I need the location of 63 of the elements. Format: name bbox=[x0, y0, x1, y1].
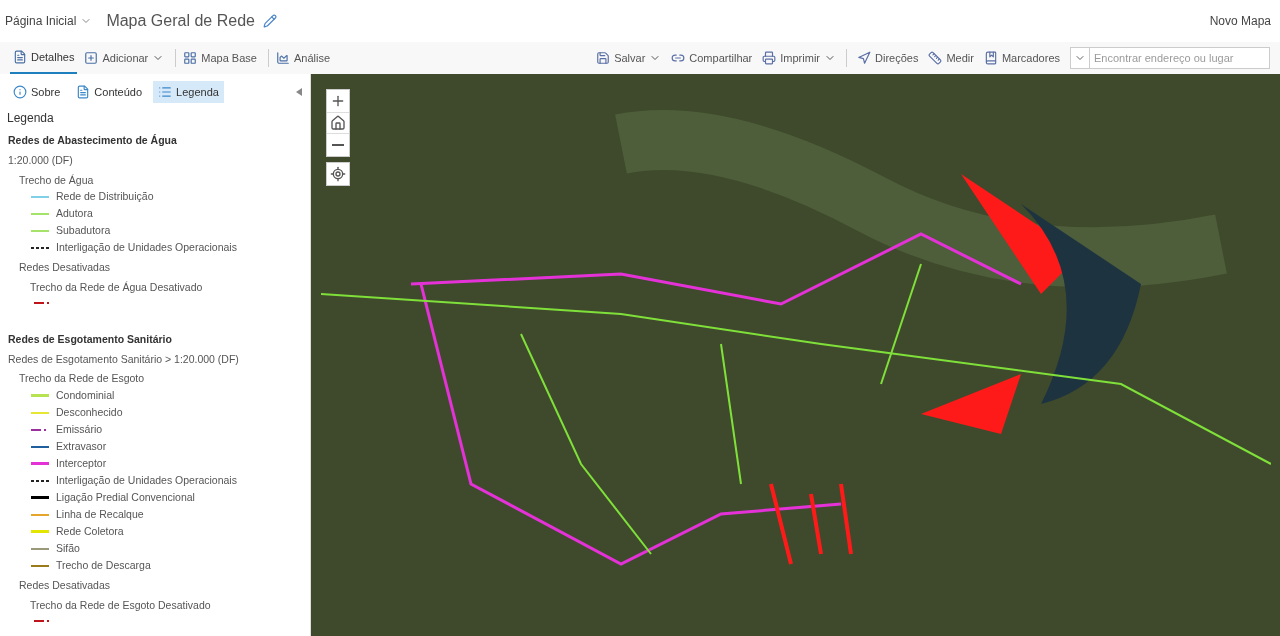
add-icon bbox=[84, 51, 99, 65]
locate-icon bbox=[330, 166, 346, 182]
direction-icon bbox=[857, 51, 871, 65]
toolbar-button[interactable]: Medir bbox=[928, 49, 974, 67]
group-label: Trecho de Água bbox=[19, 172, 95, 188]
map-title: Mapa Geral de Rede bbox=[106, 11, 255, 31]
plus-icon bbox=[330, 93, 346, 109]
toolbar-button[interactable]: Imprimir bbox=[762, 49, 836, 67]
legend-item-label: Rede Coletora bbox=[56, 523, 124, 539]
group-label: Redes Desativadas bbox=[19, 578, 112, 593]
sublayer-label: Trecho da Rede de Água Desativado bbox=[30, 280, 204, 295]
legend-item-label: Rede de Distribuição bbox=[56, 188, 154, 204]
link-icon bbox=[671, 51, 686, 65]
minus-icon bbox=[332, 144, 344, 146]
home-button[interactable] bbox=[327, 112, 349, 134]
toolbar-tab[interactable]: Mapa Base bbox=[180, 42, 260, 74]
legend-item-label: Trecho de Descarga bbox=[56, 557, 151, 573]
toolbar-button[interactable]: Compartilhar bbox=[671, 49, 753, 67]
legend-item-label: Desconhecido bbox=[56, 404, 123, 420]
document-icon bbox=[13, 50, 27, 64]
grid-icon bbox=[183, 51, 198, 65]
legend-item-label: Linha de Recalque bbox=[56, 506, 144, 522]
toolbar-button[interactable]: Direções bbox=[857, 49, 919, 67]
layer-scale: 1:20.000 (DF) bbox=[8, 152, 74, 168]
home-menu[interactable]: Página Inicial bbox=[5, 12, 93, 30]
toolbar-tab[interactable]: Adicionar bbox=[81, 42, 168, 74]
print-icon bbox=[762, 51, 777, 65]
legend-item-label: Interligação de Unidades Operacionais bbox=[56, 472, 237, 488]
legend-item-label: Sifão bbox=[56, 540, 80, 556]
legend-item-label: Emissário bbox=[56, 421, 103, 437]
info-icon bbox=[13, 85, 27, 99]
new-map-button[interactable]: Novo Mapa bbox=[1209, 12, 1275, 30]
list-icon bbox=[158, 85, 173, 99]
bookmark-icon bbox=[983, 51, 998, 65]
ruler-icon bbox=[928, 51, 943, 65]
legend-item-label: Subadutora bbox=[56, 222, 111, 238]
collapse-icon[interactable] bbox=[296, 88, 302, 96]
toolbar-button[interactable]: Salvar bbox=[596, 49, 662, 67]
legend-item-label: Interligação de Unidades Operacionais bbox=[56, 239, 237, 255]
search-field[interactable]: Encontrar endereço ou lugar bbox=[1090, 47, 1270, 69]
toolbar-button[interactable]: Marcadores bbox=[983, 49, 1060, 67]
layer-title: Redes de Abastecimento de Água bbox=[8, 133, 178, 148]
home-icon bbox=[330, 115, 346, 131]
edit-icon[interactable] bbox=[262, 14, 277, 28]
group-label: Trecho da Rede de Esgoto bbox=[19, 371, 146, 387]
legend-item-label: Ligação Predial Convencional bbox=[56, 489, 195, 505]
panel-tab[interactable]: Sobre bbox=[8, 81, 66, 103]
panel-tab[interactable]: Legenda bbox=[153, 81, 224, 103]
sublayer-label: Trecho da Rede de Esgoto Desativado bbox=[30, 597, 212, 613]
legend-heading: Legenda bbox=[7, 110, 55, 127]
panel-tab[interactable]: Conteúdo bbox=[71, 81, 148, 103]
document-icon bbox=[76, 85, 91, 99]
toolbar-tab[interactable]: Análise bbox=[272, 42, 333, 74]
chart-icon bbox=[275, 51, 290, 65]
legend-item-label: Adutora bbox=[56, 205, 93, 221]
legend-item-label: Extravasor bbox=[56, 438, 107, 454]
layer-scale: Redes de Esgotamento Sanitário > 1:20.000 (DF) bbox=[8, 351, 240, 367]
locate-button[interactable] bbox=[326, 162, 350, 186]
save-icon bbox=[596, 51, 611, 65]
layer-title: Redes de Esgotamento Sanitário bbox=[8, 331, 173, 347]
legend-item-label: Condominial bbox=[56, 387, 115, 403]
legend-item-label: Interceptor bbox=[56, 455, 107, 471]
group-label: Redes Desativadas bbox=[19, 260, 112, 276]
